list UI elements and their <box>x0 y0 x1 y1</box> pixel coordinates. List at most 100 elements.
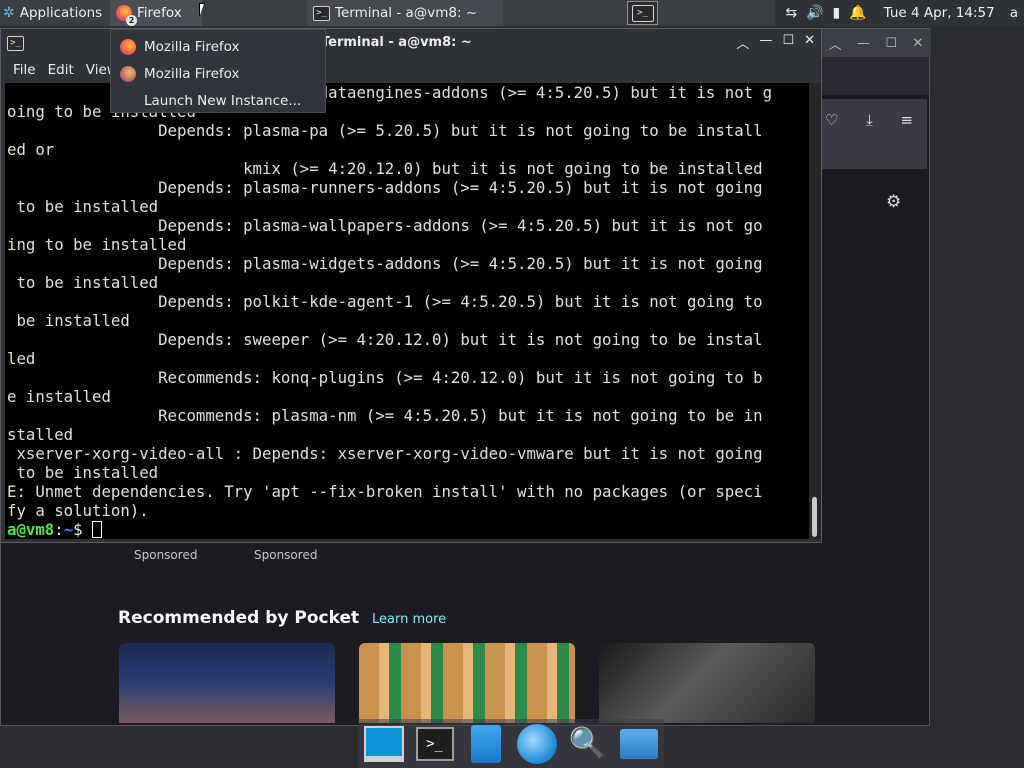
terminal-line: e installed <box>7 387 111 406</box>
close-icon[interactable]: ✕ <box>804 33 815 52</box>
taskbar-firefox-label: Firefox <box>137 5 182 21</box>
prompt-separator: : <box>54 520 64 539</box>
pocket-icon[interactable]: ♡ <box>825 111 838 129</box>
workspace-pager[interactable]: >_ <box>627 1 658 25</box>
terminal-line: to be installed <box>7 463 159 482</box>
terminal-line: Depends: plasma-runners-addons (>= 4:5.2… <box>7 178 763 197</box>
terminal-line: Recommends: plasma-nm (>= 4:5.20.5) but … <box>7 406 763 425</box>
menu-item-firefox-window[interactable]: Mozilla Firefox <box>111 60 325 87</box>
text-cursor <box>92 521 103 538</box>
menu-file[interactable]: File <box>7 62 42 78</box>
search-icon: 🔍 <box>568 726 607 761</box>
user-menu[interactable]: a <box>1010 5 1018 21</box>
minimize-icon[interactable]: — <box>857 36 870 51</box>
terminal-line: Depends: plasma-pa (>= 5.20.5) but it is… <box>7 121 763 140</box>
hamburger-menu-icon[interactable]: ≡ <box>901 111 914 129</box>
menu-item-label: Launch New Instance... <box>144 92 302 109</box>
dock: >_ 🔍 <box>358 719 664 768</box>
prompt-user: a@vm8 <box>7 520 55 539</box>
firefox-window-list-menu: Mozilla Firefox Mozilla Firefox Launch N… <box>110 29 326 113</box>
download-icon[interactable]: ⤓ <box>866 111 873 129</box>
chevron-up-icon[interactable]: ︿ <box>829 34 842 53</box>
firefox-tabstrip <box>821 57 929 95</box>
mouse-pointer-icon <box>199 3 211 17</box>
terminal-line: E: Unmet dependencies. Try 'apt --fix-br… <box>7 482 763 501</box>
terminal-title: Terminal - a@vm8: ~ <box>321 35 472 50</box>
prompt-path: ~ <box>63 520 74 539</box>
minimize-icon[interactable]: — <box>759 33 772 52</box>
terminal-line: be installed <box>7 311 130 330</box>
dock-terminal-button[interactable]: >_ <box>415 724 455 764</box>
learn-more-link[interactable]: Learn more <box>372 612 446 627</box>
terminal-line: fy a solution). <box>7 501 149 520</box>
terminal-line: Recommends: konq-plugins (>= 4:20.12.0) … <box>7 368 763 387</box>
top-panel: ✲ Applications 2 Firefox >_ Terminal - a… <box>0 0 1024 26</box>
terminal-line: led <box>7 349 36 368</box>
maximize-icon[interactable]: ☐ <box>885 36 897 51</box>
clock[interactable]: Tue 4 Apr, 14:57 <box>884 5 995 21</box>
terminal-line: kmix (>= 4:20.12.0) but it is not going … <box>7 159 763 178</box>
desktop-icon <box>363 725 404 762</box>
terminal-line: Depends: plasma-widgets-addons (>= 4:5.2… <box>7 254 763 273</box>
terminal-line: ing to be installed <box>7 235 187 254</box>
xfce-logo-icon: ✲ <box>3 5 15 21</box>
dock-folder-button[interactable] <box>619 724 659 764</box>
dock-search-button[interactable]: 🔍 <box>568 724 608 764</box>
terminal-line: to be installed <box>7 273 159 292</box>
system-tray: ⇆ 🔊 ▮ 🔔 Tue 4 Apr, 14:57 a <box>775 0 1024 26</box>
dock-file-manager-button[interactable] <box>466 724 506 764</box>
taskbar-firefox-button[interactable]: 2 Firefox <box>110 0 202 26</box>
firefox-titlebar: ︿ — ☐ ✕ <box>821 29 931 57</box>
terminal-line: Depends: polkit-kde-agent-1 (>= 4:5.20.5… <box>7 292 763 311</box>
firefox-toolbar: ♡ ⤓ ≡ <box>811 99 927 169</box>
window-count-badge: 2 <box>126 15 137 26</box>
menu-item-label: Mozilla Firefox <box>144 38 240 55</box>
menu-edit[interactable]: Edit <box>42 62 80 78</box>
chevron-up-icon[interactable]: ︿ <box>736 33 749 52</box>
gear-icon[interactable]: ⚙ <box>886 192 901 212</box>
terminal-line: Depends: plasma-wallpapers-addons (>= 4:… <box>7 216 763 235</box>
terminal-scrollbar[interactable] <box>809 83 821 539</box>
folder-icon <box>619 728 658 759</box>
pocket-story-card[interactable] <box>599 643 815 723</box>
terminal-line: ed or <box>7 140 55 159</box>
firefox-icon: 2 <box>116 5 137 26</box>
pocket-story-card[interactable] <box>119 643 335 723</box>
terminal-line: to be installed <box>7 197 159 216</box>
notifications-bell-icon[interactable]: 🔔 <box>849 5 866 21</box>
taskbar-terminal-button[interactable]: >_ Terminal - a@vm8: ~ <box>307 0 503 26</box>
terminal-icon: >_ <box>313 5 330 21</box>
menu-item-launch-new-instance[interactable]: Launch New Instance... <box>111 87 325 114</box>
show-desktop-button[interactable] <box>363 724 404 764</box>
terminal-output[interactable]: Depends: plasma-dataengines-addons (>= 4… <box>5 83 809 539</box>
pocket-story-card[interactable] <box>359 643 575 723</box>
terminal-icon: >_ <box>415 726 454 761</box>
menu-item-firefox-window[interactable]: Mozilla Firefox <box>111 33 325 60</box>
maximize-icon[interactable]: ☐ <box>782 33 794 52</box>
terminal-text: Depends: plasma-dataengines-addons (>= 4… <box>7 83 809 520</box>
taskbar-terminal-label: Terminal - a@vm8: ~ <box>335 5 478 21</box>
terminal-icon[interactable]: >_ <box>7 35 24 51</box>
firefox-icon <box>120 65 136 82</box>
applications-label: Applications <box>19 5 103 21</box>
terminal-line: xserver-xorg-video-all : Depends: xserve… <box>7 444 763 463</box>
volume-icon[interactable]: 🔊 <box>806 5 823 21</box>
web-browser-icon <box>516 723 557 764</box>
close-icon[interactable]: ✕ <box>912 36 923 51</box>
firefox-icon <box>120 38 136 55</box>
sponsored-label: Sponsored <box>254 548 318 562</box>
applications-menu-button[interactable]: ✲ Applications <box>0 0 110 26</box>
terminal-line: Depends: sweeper (>= 4:20.12.0) but it i… <box>7 330 763 349</box>
terminal-icon: >_ <box>631 4 654 22</box>
battery-icon[interactable]: ▮ <box>832 5 840 21</box>
file-manager-icon <box>470 724 501 763</box>
scrollbar-thumb[interactable] <box>812 497 817 537</box>
dock-web-browser-button[interactable] <box>516 723 557 764</box>
sponsored-label: Sponsored <box>134 548 198 562</box>
terminal-prompt[interactable]: a@vm8:~$ <box>7 520 809 539</box>
pocket-heading: Recommended by Pocket <box>118 608 360 628</box>
menu-item-label: Mozilla Firefox <box>144 65 240 82</box>
network-icon[interactable]: ⇆ <box>785 5 797 21</box>
terminal-line: stalled <box>7 425 74 444</box>
prompt-sign: $ <box>73 520 93 539</box>
